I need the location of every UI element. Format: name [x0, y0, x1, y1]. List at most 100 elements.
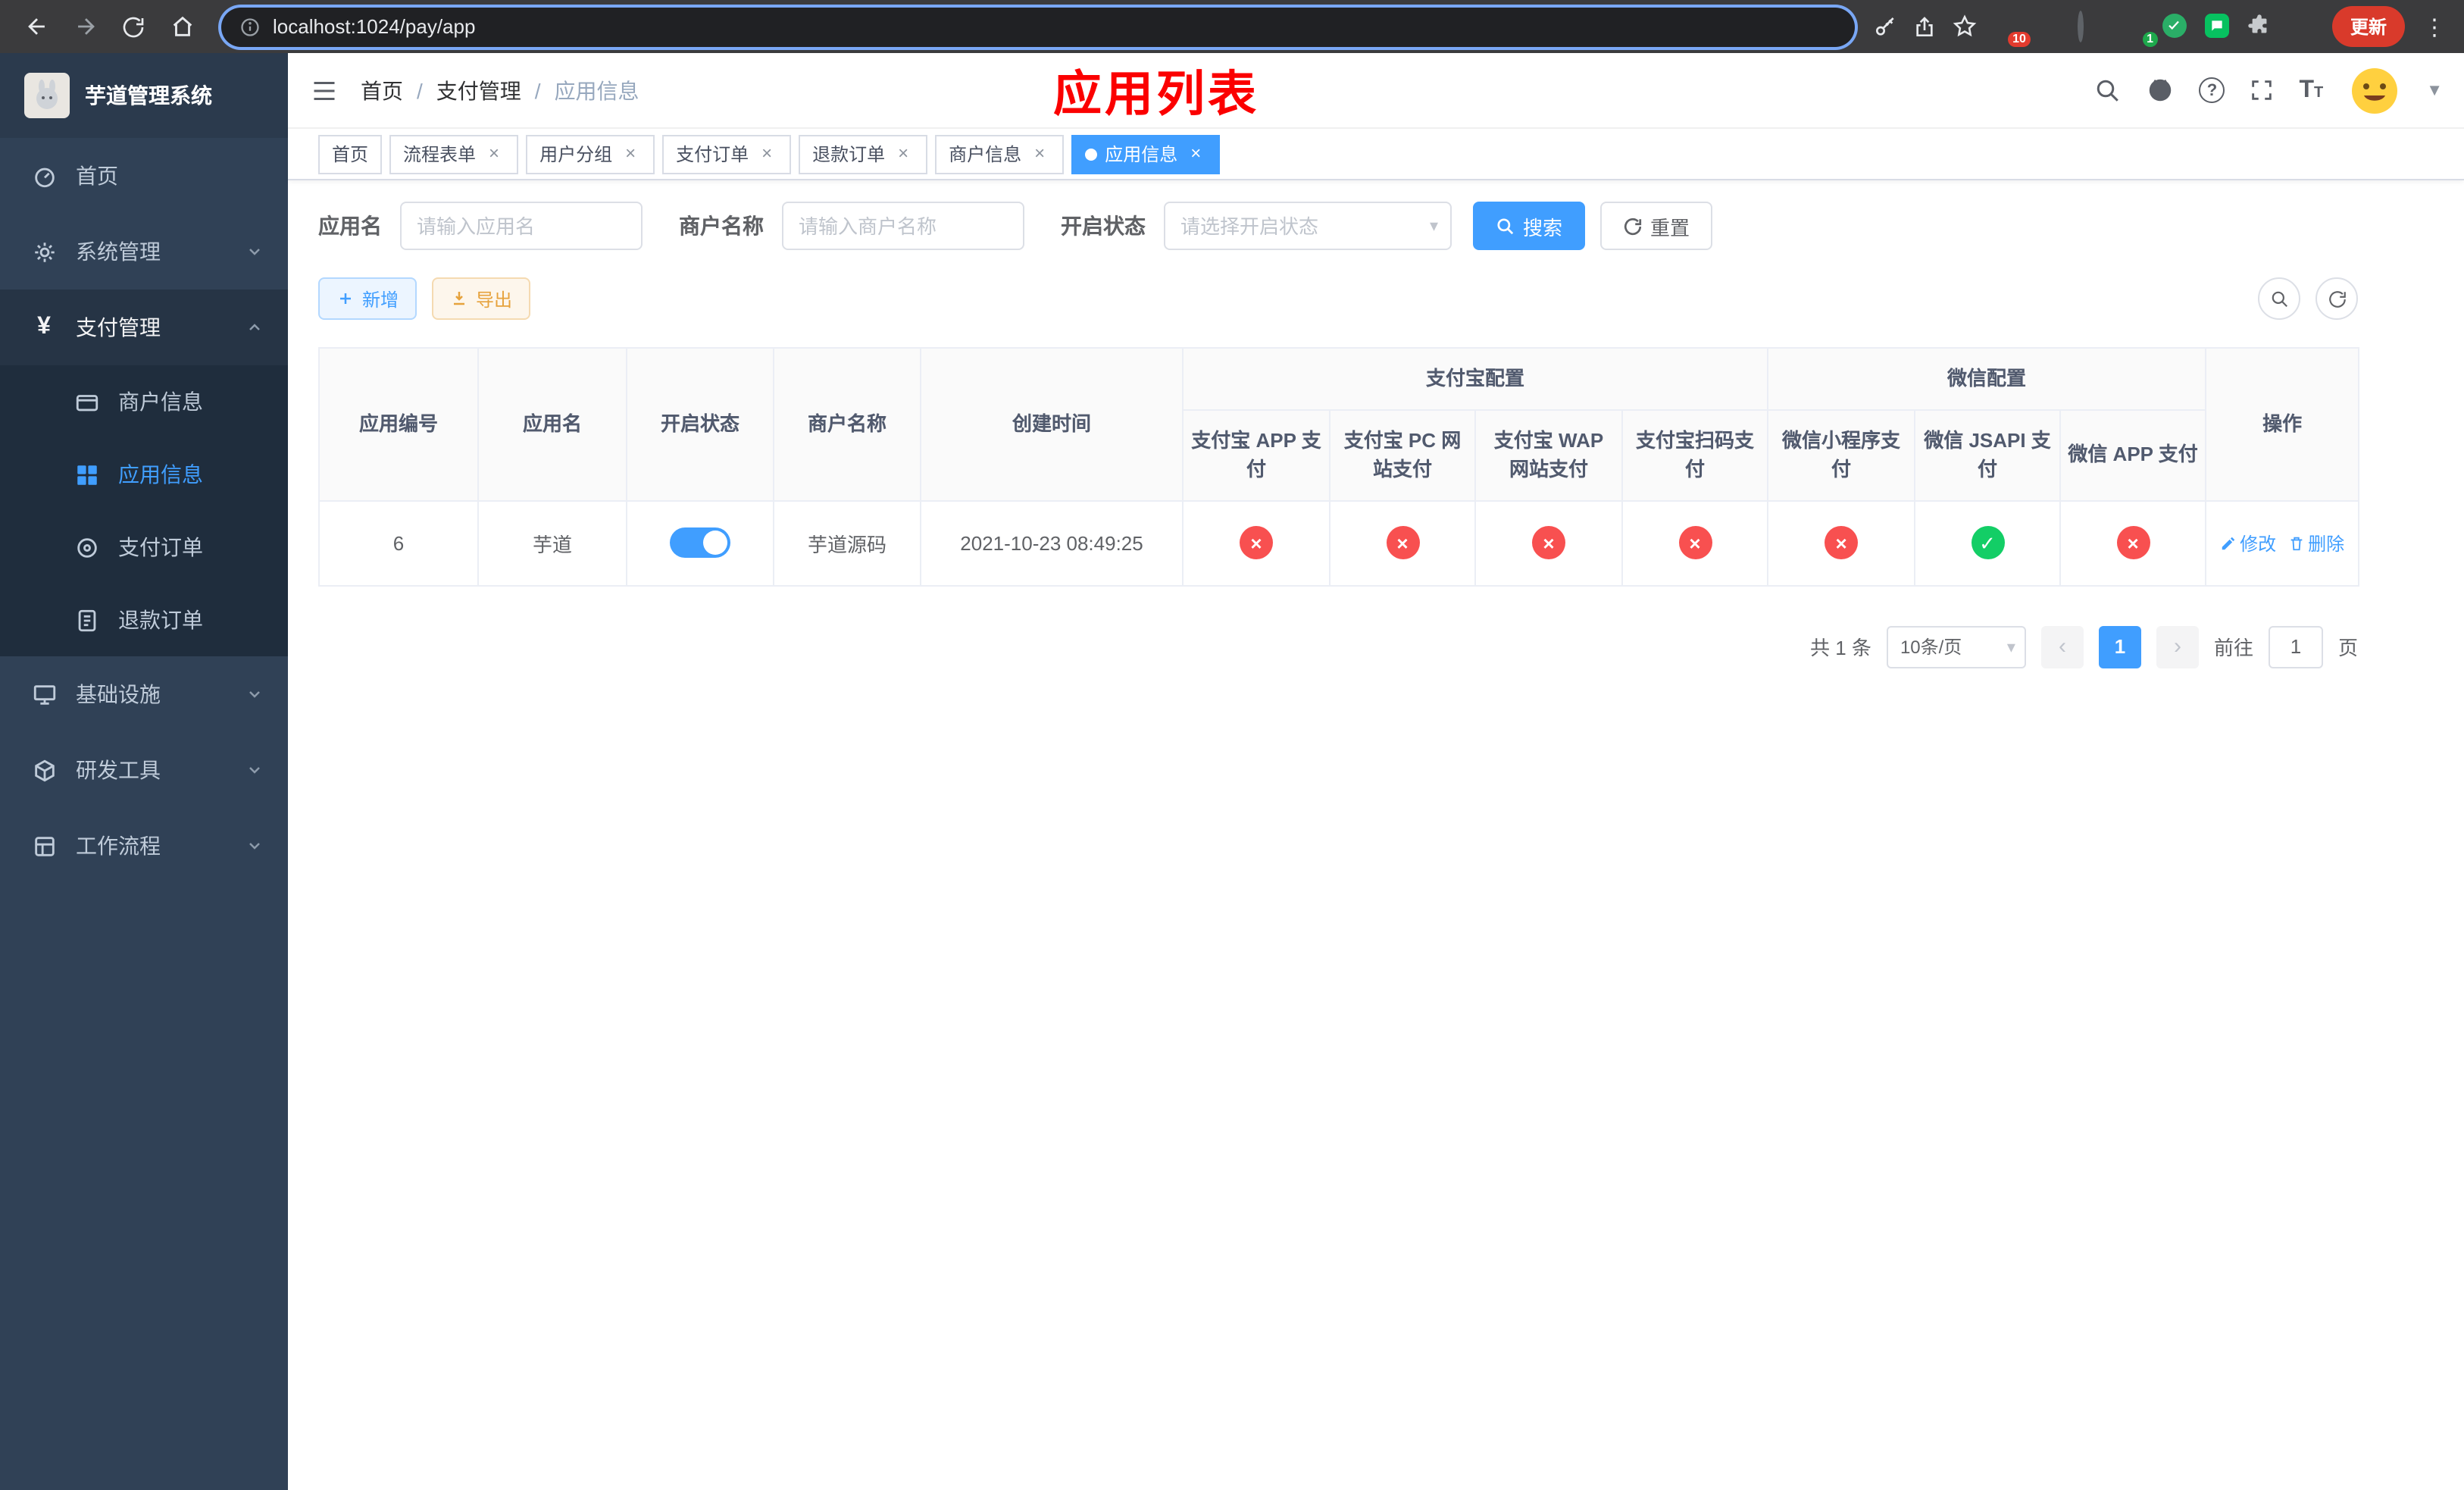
select-caret-icon: ▾ [2006, 638, 2015, 656]
next-page-button[interactable]: › [2156, 625, 2199, 668]
forward-icon[interactable] [64, 5, 106, 48]
toggle-search-button[interactable] [2258, 277, 2300, 320]
channel-status-cell: × [1329, 499, 1476, 586]
bookmark-star-icon[interactable] [1952, 14, 1978, 39]
sidebar-item-label: 退款订单 [118, 608, 203, 632]
github-icon[interactable] [2146, 76, 2175, 105]
sidebar-item-infra[interactable]: 基础设施 [0, 656, 288, 732]
fullscreen-icon[interactable] [2249, 77, 2275, 103]
tag-close-icon[interactable]: × [1029, 142, 1050, 164]
chevron-up-icon [245, 318, 264, 337]
extension-green-circle-icon[interactable] [2162, 13, 2190, 40]
sidebar-item-home[interactable]: 首页 [0, 138, 288, 214]
tag-item-5[interactable]: 商户信息 × [935, 134, 1065, 174]
tag-close-icon[interactable]: × [756, 142, 777, 164]
monitor-icon [30, 681, 58, 708]
user-avatar[interactable] [2347, 63, 2403, 117]
tag-item-0[interactable]: 首页 [318, 134, 383, 174]
reload-icon[interactable] [112, 5, 155, 48]
tag-close-icon[interactable]: × [1185, 142, 1206, 164]
add-button[interactable]: 新增 [318, 277, 417, 320]
font-size-icon[interactable]: TT [2299, 77, 2323, 104]
search-button[interactable]: 搜索 [1473, 202, 1586, 250]
extension-chat-icon[interactable] [2204, 13, 2232, 40]
address-bar[interactable]: localhost:1024/pay/app [221, 7, 1855, 46]
payment-submenu: 商户信息 应用信息 支付订单 退款订单 [0, 365, 288, 656]
caret-down-icon[interactable]: ▼ [2426, 81, 2443, 99]
browser-toolbar: localhost:1024/pay/app 10 1 更新 ⋮ [0, 0, 2464, 53]
grid-icon [73, 461, 100, 488]
status-select-input[interactable] [1164, 202, 1452, 250]
sidebar-item-label: 首页 [76, 164, 118, 188]
profile-avatar-icon[interactable] [2290, 13, 2317, 40]
cell-merchant: 芋道源码 [773, 499, 921, 586]
tag-close-icon[interactable]: × [893, 142, 914, 164]
sidebar-item-workflow[interactable]: 工作流程 [0, 808, 288, 884]
tag-item-3[interactable]: 支付订单 × [662, 134, 792, 174]
sidebar-item-label: 支付管理 [76, 315, 161, 340]
merchant-name-input[interactable] [782, 202, 1024, 250]
merchant-name-label: 商户名称 [679, 214, 764, 238]
sidebar-item-label: 基础设施 [76, 682, 161, 706]
prev-page-button[interactable]: ‹ [2040, 625, 2084, 668]
home-icon[interactable] [161, 5, 203, 48]
tag-item-6[interactable]: 应用信息 × [1071, 134, 1221, 174]
sidebar-logo[interactable]: 芋道管理系统 [0, 53, 288, 138]
breadcrumb-payment[interactable]: 支付管理 [436, 75, 521, 105]
refresh-table-button[interactable] [2315, 277, 2358, 320]
help-icon[interactable]: ? [2199, 77, 2225, 103]
top-navbar: 首页 / 支付管理 / 应用信息 应用列表 ? T T ▼ [288, 53, 2464, 129]
goto-page-input[interactable] [2268, 625, 2323, 668]
delete-link[interactable]: 删除 [2288, 530, 2344, 556]
col-app-name: 应用名 [477, 347, 627, 501]
app-name-label: 应用名 [318, 214, 382, 238]
edit-link[interactable]: 修改 [2220, 530, 2276, 556]
export-button[interactable]: 导出 [432, 277, 531, 320]
logo-avatar [24, 73, 70, 118]
sidebar-toggle-icon[interactable] [288, 53, 361, 127]
url-text[interactable]: localhost:1024/pay/app [273, 15, 475, 38]
tag-close-icon[interactable]: × [483, 142, 505, 164]
chevron-down-icon [245, 243, 264, 261]
search-form: 应用名 商户名称 开启状态 ▾ 搜索 [318, 202, 2358, 250]
back-icon[interactable] [15, 5, 58, 48]
app-name-input[interactable] [400, 202, 643, 250]
breadcrumb-home[interactable]: 首页 [361, 75, 403, 105]
site-info-icon[interactable] [239, 16, 261, 37]
cube-icon [30, 756, 58, 784]
tag-item-1[interactable]: 流程表单 × [389, 134, 519, 174]
tag-close-icon[interactable]: × [620, 142, 641, 164]
password-key-icon[interactable] [1873, 14, 1897, 39]
tag-item-2[interactable]: 用户分组 × [526, 134, 655, 174]
sidebar-item-dev-tools[interactable]: 研发工具 [0, 732, 288, 808]
sidebar-item-payment[interactable]: ¥ 支付管理 [0, 290, 288, 365]
share-icon[interactable] [1912, 14, 1937, 39]
order-icon [73, 534, 100, 561]
extension-avatar-icon[interactable]: 1 [2120, 13, 2158, 46]
page-size-select[interactable]: 10条/页 ▾ [1886, 625, 2026, 668]
page-content: 应用名 商户名称 开启状态 ▾ 搜索 [288, 180, 2464, 1490]
sidebar-item-system[interactable]: 系统管理 [0, 214, 288, 290]
sidebar-item-pay-order[interactable]: 支付订单 [0, 511, 288, 584]
reset-button[interactable]: 重置 [1600, 202, 1713, 250]
status-toggle[interactable] [670, 527, 730, 558]
app-table: 应用编号 应用名 开启状态 商户名称 创建时间 支付宝配置 微信配置 操作 支付… [318, 347, 2360, 586]
search-icon[interactable] [2094, 77, 2122, 104]
extension-dark-icon[interactable] [2077, 10, 2105, 42]
sidebar-item-refund-order[interactable]: 退款订单 [0, 584, 288, 656]
extension-grid-icon[interactable]: 10 [1993, 13, 2031, 46]
status-select[interactable]: ▾ [1164, 202, 1452, 250]
extension-blue-icon[interactable] [2035, 13, 2062, 40]
current-page-button[interactable]: 1 [2098, 625, 2141, 668]
col-group-alipay: 支付宝配置 [1181, 347, 1769, 410]
sidebar-item-merchant-info[interactable]: 商户信息 [0, 365, 288, 438]
sidebar-item-app-info[interactable]: 应用信息 [0, 438, 288, 511]
extensions-puzzle-icon[interactable] [2247, 13, 2275, 40]
status-label: 开启状态 [1061, 214, 1146, 238]
chevron-down-icon [245, 837, 264, 855]
col-actions: 操作 [2205, 347, 2360, 501]
browser-menu-icon[interactable]: ⋮ [2420, 13, 2449, 40]
tag-item-4[interactable]: 退款订单 × [799, 134, 928, 174]
chrome-update-button[interactable]: 更新 [2331, 6, 2405, 47]
sidebar-item-label: 工作流程 [76, 834, 161, 858]
